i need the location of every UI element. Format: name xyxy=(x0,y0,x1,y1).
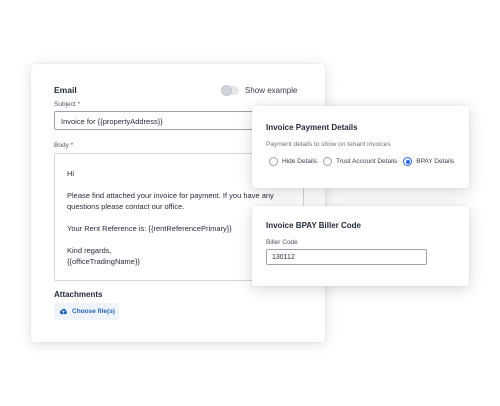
radio-option-bpay-details[interactable]: BPAY Details xyxy=(403,157,454,166)
radio-button[interactable] xyxy=(269,157,278,166)
cloud-upload-icon xyxy=(59,308,68,315)
body-line: Please find attached your invoice for pa… xyxy=(67,191,274,200)
radio-option-hide-details[interactable]: Hide Details xyxy=(269,157,317,166)
radio-button-selected[interactable] xyxy=(403,157,413,166)
body-label-text: Body xyxy=(54,142,69,149)
choose-files-label: Choose file(s) xyxy=(72,308,115,315)
bpay-biller-card: Invoice BPAY Biller Code Biller Code 130… xyxy=(252,206,469,286)
stage: Email Show example Subject * Invoice for… xyxy=(0,0,500,406)
radio-option-trust-account[interactable]: Trust Account Details xyxy=(323,157,397,166)
payment-options: Hide Details Trust Account Details BPAY … xyxy=(269,157,454,166)
payment-details-title: Invoice Payment Details xyxy=(266,123,358,132)
bpay-card-title: Invoice BPAY Biller Code xyxy=(266,221,361,230)
radio-button[interactable] xyxy=(323,157,333,166)
attachments-title: Attachments xyxy=(54,290,103,299)
radio-label: Hide Details xyxy=(282,158,318,165)
choose-files-button[interactable]: Choose file(s) xyxy=(54,303,119,320)
email-section-title: Email xyxy=(54,85,77,95)
subject-label: Subject * xyxy=(54,101,80,108)
radio-label: Trust Account Details xyxy=(336,158,398,165)
payment-details-card: Invoice Payment Details Payment details … xyxy=(252,106,469,188)
toggle-knob xyxy=(221,85,232,96)
biller-code-label: Biller Code xyxy=(266,239,298,246)
biller-code-input[interactable]: 130112 xyxy=(266,249,427,265)
subject-label-text: Subject xyxy=(54,101,76,108)
show-example-toggle-row[interactable]: Show example xyxy=(221,85,298,96)
payment-details-subtitle: Payment details to show on tenant invoic… xyxy=(266,141,391,148)
show-example-label: Show example xyxy=(245,86,298,95)
body-required-marker: * xyxy=(70,142,74,149)
radio-label: BPAY Details xyxy=(416,158,455,165)
show-example-toggle[interactable] xyxy=(221,85,239,96)
body-label: Body * xyxy=(54,142,73,149)
subject-required-marker: * xyxy=(77,101,81,108)
